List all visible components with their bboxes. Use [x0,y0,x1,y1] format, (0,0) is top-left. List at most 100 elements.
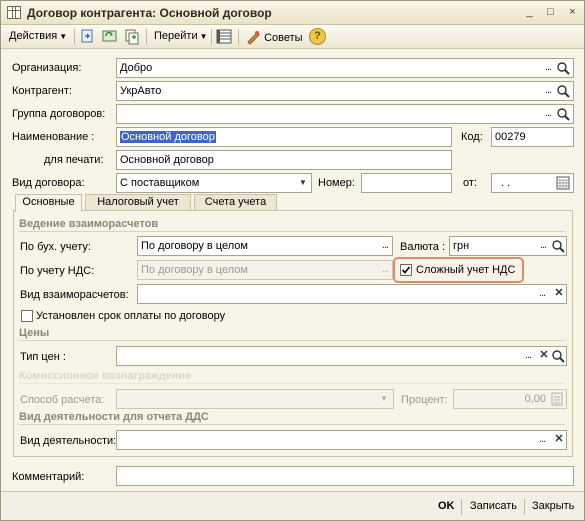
counterparty-label: Контрагент: [12,85,72,97]
organization-field[interactable]: Добро ... [116,58,574,78]
select-dots-icon[interactable]: ... [539,106,557,122]
calendar-icon[interactable] [556,176,570,190]
toolbar-separator [211,29,212,45]
complex-vat-label[interactable]: Сложный учет НДС [416,263,515,277]
contract-type-label: Вид договора: [12,177,85,189]
date-field[interactable]: . . [491,173,574,193]
search-icon[interactable] [551,349,566,364]
print-name-field[interactable]: Основной договор [116,150,452,170]
search-icon[interactable] [551,239,566,254]
goto-menu[interactable]: Перейти ▼ [154,29,208,44]
organization-label: Организация: [12,62,82,74]
select-dots-icon[interactable]: ... [376,262,392,278]
date-value: . . [501,177,511,189]
payment-term-checkbox[interactable] [21,310,33,322]
search-icon[interactable] [556,61,571,76]
percent-label: Процент: [401,394,448,406]
button-bar: OK Записать Закрыть [1,491,584,520]
tips-icon [247,31,260,45]
contract-window: Договор контрагента: Основной договор _ … [0,0,585,521]
ok-button[interactable]: OK [438,499,455,514]
maximize-icon[interactable]: □ [542,4,559,20]
calc-method-label: Способ расчета: [20,394,105,406]
footer-separator [524,499,525,515]
vat-accounting-select[interactable]: По договору в целом ... [137,260,393,280]
actions-menu[interactable]: Действия ▼ [9,29,67,44]
select-dots-icon[interactable]: ... [539,83,557,99]
calculator-icon[interactable] [550,392,564,406]
window-title: Договор контрагента: Основной договор [27,6,272,20]
footer-separator [461,499,462,515]
settlement-kind-select[interactable]: ... ✕ [137,284,567,304]
name-field[interactable]: Основной договор [116,127,452,147]
vat-accounting-label: По учету НДС: [20,265,95,277]
prices-section-header: Цены [19,327,565,341]
organization-value: Добро [120,62,153,74]
payment-term-label[interactable]: Установлен срок оплаты по договору [36,309,225,323]
calc-method-select[interactable]: ▼ [116,389,394,409]
group-field[interactable]: ... [116,104,574,124]
activity-select[interactable]: ... ✕ [116,430,567,450]
currency-field[interactable]: грн ... [449,236,567,256]
comment-label: Комментарий: [12,471,85,483]
actions-menu-label: Действия [9,30,58,42]
tips-label: Советы [264,32,303,44]
settlements-section-header: Ведение взаиморасчетов [19,218,565,232]
clear-icon[interactable]: ✕ [550,432,566,448]
refresh-icon[interactable] [102,28,118,45]
name-label: Наименование : [12,131,95,143]
number-label: Номер: [318,177,355,189]
save-button[interactable]: Записать [470,499,517,514]
title-bar: Договор контрагента: Основной договор _ … [1,1,584,25]
select-dots-icon[interactable]: ... [533,286,551,302]
complex-vat-checkbox[interactable] [400,264,412,276]
code-field[interactable]: 00279 [491,127,574,147]
goto-menu-label: Перейти [154,30,198,42]
activity-section-header: Вид деятельности для отчета ДДС [19,411,565,425]
help-icon[interactable]: ? [309,28,326,45]
select-dots-icon[interactable]: ... [534,238,552,254]
tab-main[interactable]: Основные [15,194,82,212]
toolbar-separator [238,29,239,45]
clear-icon[interactable]: ✕ [550,286,566,302]
search-icon[interactable] [556,84,571,99]
close-button[interactable]: Закрыть [532,499,574,514]
print-name-label: для печати: [44,154,104,166]
number-field[interactable] [361,173,452,193]
select-dots-icon[interactable]: ... [533,432,551,448]
comment-field[interactable] [116,466,574,486]
select-dots-icon[interactable]: ... [539,60,557,76]
currency-value: грн [453,240,470,252]
checkmark-icon [401,266,411,274]
close-icon[interactable]: × [564,4,581,20]
select-dots-icon[interactable]: ... [376,238,392,254]
code-label: Код: [461,131,483,143]
tab-accounts[interactable]: Счета учета [194,194,277,211]
save-to-form-icon[interactable] [80,28,96,45]
percent-field[interactable]: 0,00 [453,389,567,409]
copy-icon[interactable] [124,28,140,45]
tab-tax-accounting[interactable]: Налоговый учет [85,194,191,211]
vat-accounting-value: По договору в целом [141,264,248,276]
toolbar-separator [146,29,147,45]
name-value: Основной договор [120,131,216,143]
contract-type-select[interactable]: С поставщиком ▼ [116,173,312,193]
structure-list-icon[interactable] [216,28,232,45]
minimize-icon[interactable]: _ [521,4,538,20]
counterparty-field[interactable]: УкрАвто ... [116,81,574,101]
accounting-select[interactable]: По договору в целом ... [137,236,393,256]
percent-value: 0,00 [524,393,546,405]
accounting-label: По бух. учету: [20,241,91,253]
price-type-select[interactable]: ... ✕ [116,346,567,366]
activity-label: Вид деятельности: [20,435,117,447]
toolbar: Действия ▼ Перейти ▼ Советы ? [1,25,584,49]
tips-button[interactable]: Советы [245,29,303,46]
group-label: Группа договоров: [12,108,106,120]
counterparty-value: УкрАвто [120,85,162,97]
commission-section-header: Комиссионное вознаграждение [19,370,565,384]
dropdown-arrow-icon[interactable]: ▼ [294,176,311,192]
search-icon[interactable] [556,107,571,122]
caret-down-icon: ▼ [199,32,208,41]
date-from-label: от: [463,177,477,189]
dropdown-arrow-icon[interactable]: ▼ [375,392,393,408]
